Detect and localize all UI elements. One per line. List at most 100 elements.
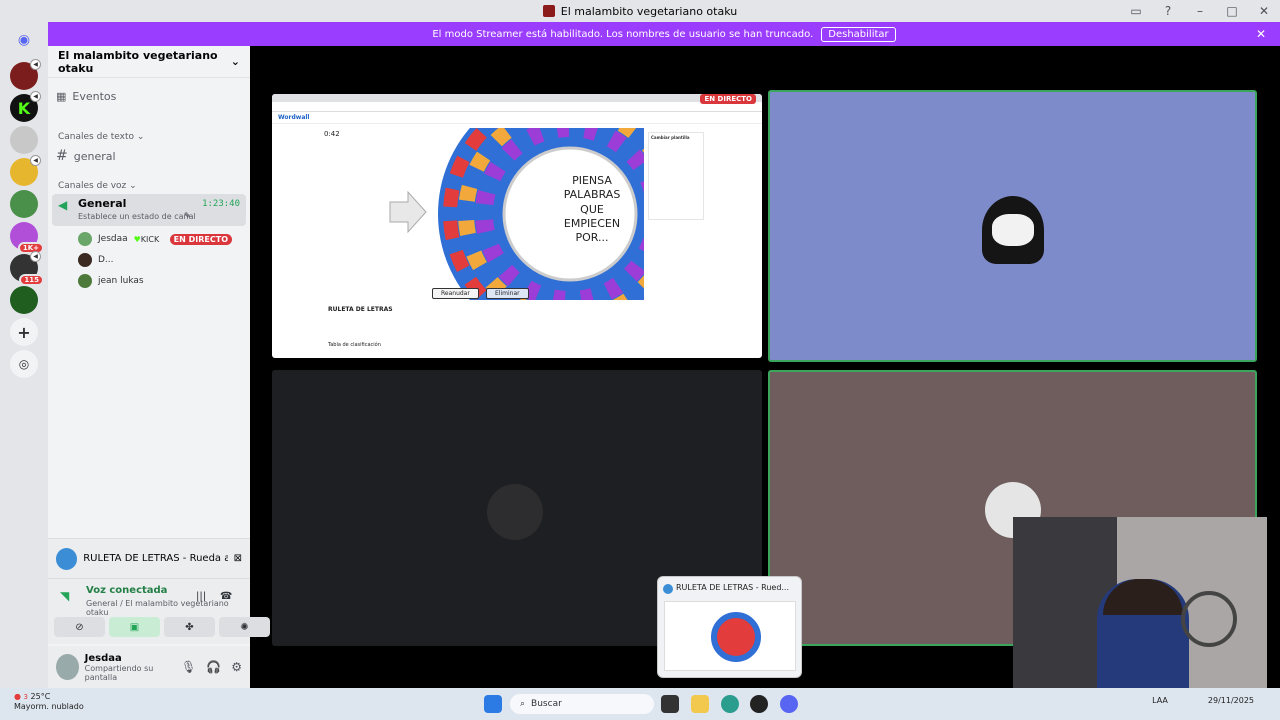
discord-home-icon[interactable]: ◉ (10, 26, 38, 54)
edge-icon[interactable] (721, 695, 739, 713)
headphones-icon[interactable]: 🎧 (206, 660, 221, 674)
live-badge: EN DIRECTO (169, 233, 232, 245)
mention-badge: 115 (19, 274, 44, 286)
server-logo-icon (542, 5, 555, 17)
minimize-button[interactable]: – (1184, 4, 1216, 18)
kick-tag-text: KICK (140, 234, 160, 244)
weather-temp: 25°C (30, 692, 51, 701)
server-icon-6[interactable]: 1K+ (10, 222, 44, 254)
server-icon-4[interactable]: ◀ (10, 155, 41, 186)
voice-user-d[interactable]: D... (78, 253, 114, 267)
disable-streamer-button[interactable]: Deshabilitar (821, 26, 896, 42)
channel-status-hint[interactable]: Establece un estado de canal (78, 212, 196, 221)
voice-connected-status[interactable]: Voz conectada (86, 585, 167, 596)
stream-tile-jesdaa[interactable]: Wordwall EN DIRECTO 0:42 PIENSA PALABRAS… (272, 94, 762, 358)
avatar[interactable] (56, 654, 79, 680)
activity-title: RULETA DE LETRAS - Rueda aleato... (83, 553, 228, 564)
server-icon-kick[interactable]: K ◀ (10, 91, 41, 122)
preview-title: RULETA DE LETRAS - Rued... (676, 583, 790, 592)
screen-share-button[interactable]: ▣ (109, 617, 160, 637)
system-tray: LAA 29/11/2025 (1152, 696, 1254, 705)
search-icon: ⌕ (520, 699, 526, 709)
server-icon-3[interactable] (10, 126, 38, 154)
restart-button[interactable]: Reanudar (432, 288, 479, 299)
taskbar: ● 3 25°C Mayorm. nublado ⌕ Buscar LAA 29… (0, 688, 1280, 720)
participant-tile-mask[interactable] (768, 90, 1257, 362)
obs-icon[interactable] (750, 695, 768, 713)
delete-button[interactable]: Eliminar (486, 288, 529, 299)
maximize-button[interactable]: □ (1216, 4, 1248, 18)
streamer-mode-banner: El modo Streamer está habilitado. Los no… (48, 22, 1280, 46)
server-icon-8[interactable] (10, 286, 38, 314)
pencil-icon[interactable]: ✎ (184, 211, 191, 220)
help-icon[interactable]: ? (1152, 4, 1184, 18)
voice-timer: 1:23:40 (202, 199, 240, 209)
close-icon[interactable]: ✕ (1256, 27, 1266, 41)
speaker-icon: ◀ (30, 155, 41, 166)
channel-label: general (73, 149, 116, 163)
taskbar-search[interactable]: ⌕ Buscar (510, 694, 654, 714)
user-info[interactable]: Jesdaa Compartiendo su pantalla (85, 653, 175, 682)
wheel-line: POR... (575, 231, 609, 245)
date-display[interactable]: 29/11/2025 (1208, 696, 1254, 705)
disconnect-icon[interactable]: ☎ (220, 591, 232, 602)
browser-url-bar (272, 102, 762, 112)
wheel-line: PALABRAS (563, 188, 621, 202)
language-indicator[interactable]: LAA (1152, 696, 1168, 705)
windows-start-icon[interactable] (484, 695, 502, 713)
weather-desc: Mayorm. nublado (14, 702, 84, 712)
inbox-icon[interactable]: ▭ (1120, 4, 1152, 18)
soundboard-button[interactable]: ✺ (219, 617, 270, 637)
voice-channel-general[interactable]: ◀ General 1:23:40 Establece un estado de… (52, 194, 246, 226)
voice-category[interactable]: Canales de voz ⌄ (58, 181, 137, 191)
arrow-pointer-icon (389, 190, 427, 234)
file-explorer-icon[interactable] (691, 695, 709, 713)
stop-stream-icon[interactable]: ⊠ (234, 553, 242, 564)
avatar (487, 484, 543, 540)
server-icon-5[interactable] (10, 190, 38, 218)
server-icon-1[interactable]: ◀ (10, 59, 41, 90)
events-item[interactable]: ▦ Eventos (56, 90, 244, 103)
avatar (78, 232, 92, 246)
title-bar: El malambito vegetariano otaku ▭ ? – □ ✕ (0, 0, 1280, 22)
hash-icon: # (56, 148, 68, 164)
events-label: Eventos (72, 90, 117, 103)
wheel-line: QUE (580, 202, 604, 216)
template-panel-title: Cambiar plantilla (651, 135, 690, 140)
text-category-label: Canales de texto (58, 132, 134, 142)
channel-general[interactable]: # general (56, 148, 244, 164)
server-icon-7[interactable]: ◀ 115 (10, 251, 44, 286)
voice-category-label: Canales de voz (58, 181, 127, 191)
noise-suppression-icon[interactable]: ||| (196, 591, 206, 602)
camera-off-button[interactable]: ⊘ (54, 617, 105, 637)
text-category[interactable]: Canales de texto ⌄ (58, 132, 144, 142)
server-header[interactable]: El malambito vegetariano otaku ⌄ (48, 46, 250, 78)
voice-user-name: Jesdaa (98, 234, 128, 244)
calendar-icon: ▦ (56, 90, 67, 103)
voice-user-jean[interactable]: jean lukas (78, 274, 144, 288)
weather-widget[interactable]: ● 3 25°C Mayorm. nublado (14, 692, 84, 713)
voice-user-jesdaa[interactable]: Jesdaa ♥KICK EN DIRECTO (78, 232, 242, 246)
user-panel: Jesdaa Compartiendo su pantalla 🎙 🎧 ⚙ (48, 646, 250, 688)
explore-icon[interactable]: ◎ (10, 350, 38, 378)
user-controls: 🎙 🎧 ⚙ (181, 660, 242, 674)
voice-user-name: jean lukas (98, 276, 144, 286)
wordwall-logo: Wordwall (278, 114, 310, 121)
close-window-button[interactable]: ✕ (1248, 4, 1280, 18)
task-view-icon[interactable] (661, 695, 679, 713)
microphone-icon[interactable]: 🎙 (181, 660, 196, 674)
activity-card[interactable]: RULETA DE LETRAS - Rueda aleato... ⊠ (48, 538, 250, 578)
avatar (982, 196, 1044, 264)
taskbar-window-preview[interactable]: RULETA DE LETRAS - Rued... (657, 576, 802, 678)
speaker-icon: ◀ (30, 251, 41, 262)
discord-icon[interactable] (780, 695, 798, 713)
channel-sidebar: El malambito vegetariano otaku ⌄ ▦ Event… (48, 46, 270, 688)
activities-button[interactable]: ✤ (164, 617, 215, 637)
fan-icon (1181, 591, 1237, 647)
signal-icon[interactable]: ◥ (60, 589, 69, 603)
gear-icon[interactable]: ⚙ (231, 660, 242, 674)
edge-icon (663, 584, 673, 594)
search-placeholder: Buscar (531, 699, 562, 709)
add-server-icon[interactable]: + (10, 318, 38, 346)
user-name: Jesdaa (84, 652, 122, 664)
